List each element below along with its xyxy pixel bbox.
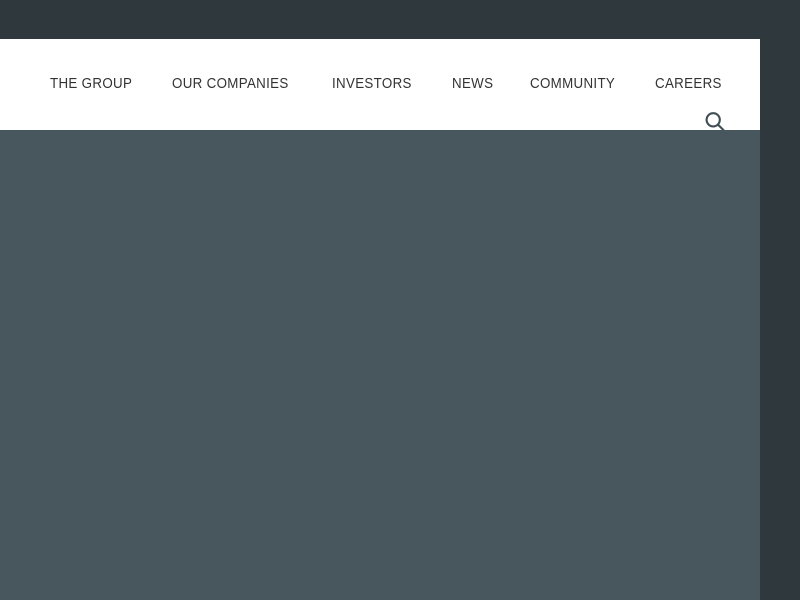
nav-item-our-companies[interactable]: OUR COMPANIES [172, 77, 289, 92]
hero-region [0, 130, 760, 600]
right-rail [760, 0, 800, 600]
nav-item-careers[interactable]: CAREERS [655, 77, 722, 92]
top-utility-bar [0, 0, 800, 39]
nav-item-community[interactable]: COMMUNITY [530, 77, 615, 92]
site-header: THE GROUP OUR COMPANIES INVESTORS NEWS C… [0, 39, 760, 132]
primary-navigation: THE GROUP OUR COMPANIES INVESTORS NEWS C… [0, 39, 760, 130]
nav-item-news[interactable]: NEWS [452, 77, 493, 92]
nav-item-the-group[interactable]: THE GROUP [50, 77, 132, 92]
page-column: THE GROUP OUR COMPANIES INVESTORS NEWS C… [0, 39, 760, 600]
page-root: THE GROUP OUR COMPANIES INVESTORS NEWS C… [0, 0, 800, 600]
nav-item-investors[interactable]: INVESTORS [332, 77, 412, 92]
